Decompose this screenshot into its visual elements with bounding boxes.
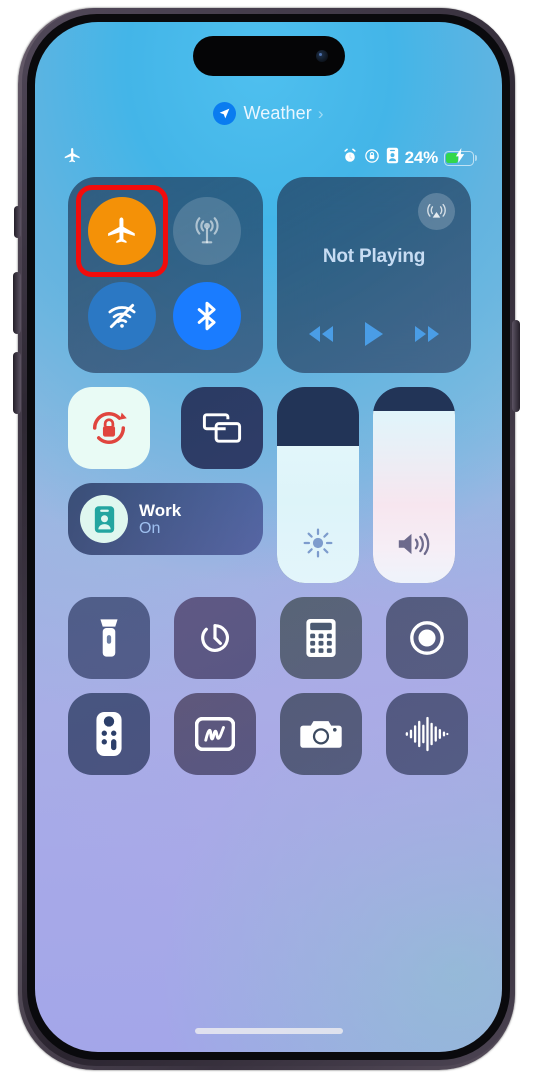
camera-button[interactable] [280, 693, 362, 775]
front-camera-icon [315, 50, 328, 62]
fast-forward-button[interactable] [412, 323, 442, 350]
media-module[interactable]: Not Playing [277, 177, 471, 373]
charging-bolt-icon [454, 148, 465, 168]
rotation-lock-tile[interactable] [68, 387, 150, 469]
brightness-slider[interactable] [277, 387, 359, 583]
home-indicator[interactable] [194, 1028, 343, 1034]
rewind-button[interactable] [306, 323, 336, 350]
airplay-icon[interactable] [418, 193, 455, 230]
focus-mode-tile[interactable]: Work On [68, 483, 263, 555]
location-indicator[interactable]: Weather › [35, 102, 502, 125]
screen-mirroring-tile[interactable] [181, 387, 263, 469]
control-center-row-1: Not Playing [68, 177, 471, 373]
screenshot-stage: Weather › 24% Not Playing Work On [0, 0, 533, 1080]
volume-slider[interactable] [373, 387, 455, 583]
cellular-data-toggle[interactable] [172, 197, 241, 265]
screen-record-button[interactable] [386, 597, 468, 679]
media-title: Not Playing [322, 245, 426, 267]
media-controls [293, 320, 455, 357]
control-center-row-2: Work On [68, 387, 471, 583]
status-bar-left [63, 146, 82, 170]
timer-button[interactable] [174, 597, 256, 679]
focus-mode-state: On [139, 519, 161, 537]
battery-percentage: 24% [404, 148, 439, 167]
airplane-mode-toggle[interactable] [88, 197, 156, 265]
id-card-icon [80, 495, 128, 543]
flashlight-button[interactable] [68, 597, 150, 679]
volume-down-button[interactable] [13, 352, 21, 414]
sun-icon [301, 526, 335, 565]
rotation-lock-icon [364, 148, 380, 169]
side-power-button[interactable] [512, 320, 520, 412]
dynamic-island[interactable] [192, 36, 345, 76]
battery-icon [444, 148, 474, 168]
sound-recognition-button[interactable] [386, 693, 468, 775]
focus-mode-name: Work [139, 500, 182, 520]
speaker-icon [395, 528, 433, 565]
quick-actions-row-1 [68, 597, 471, 679]
status-bar: 24% [35, 146, 502, 170]
quick-note-button[interactable] [174, 693, 256, 775]
location-arrow-icon [213, 102, 237, 125]
connectivity-module [68, 177, 263, 373]
silent-switch[interactable] [14, 206, 21, 238]
quick-actions-row-2 [68, 693, 471, 775]
volume-up-button[interactable] [13, 272, 21, 334]
wifi-toggle[interactable] [88, 282, 156, 350]
phone-screen: Weather › 24% Not Playing Work On [35, 22, 502, 1052]
play-button[interactable] [362, 320, 386, 353]
chevron-right-icon: › [317, 103, 324, 123]
airplane-mode-icon [63, 146, 82, 170]
location-indicator-label: Weather [243, 103, 312, 123]
calculator-button[interactable] [280, 597, 362, 679]
alarm-icon [342, 148, 358, 169]
focus-icon [386, 147, 399, 169]
bluetooth-toggle[interactable] [172, 282, 241, 350]
apple-tv-remote-button[interactable] [68, 693, 150, 775]
status-bar-right: 24% [342, 147, 474, 169]
control-center: Not Playing Work On [68, 177, 471, 775]
